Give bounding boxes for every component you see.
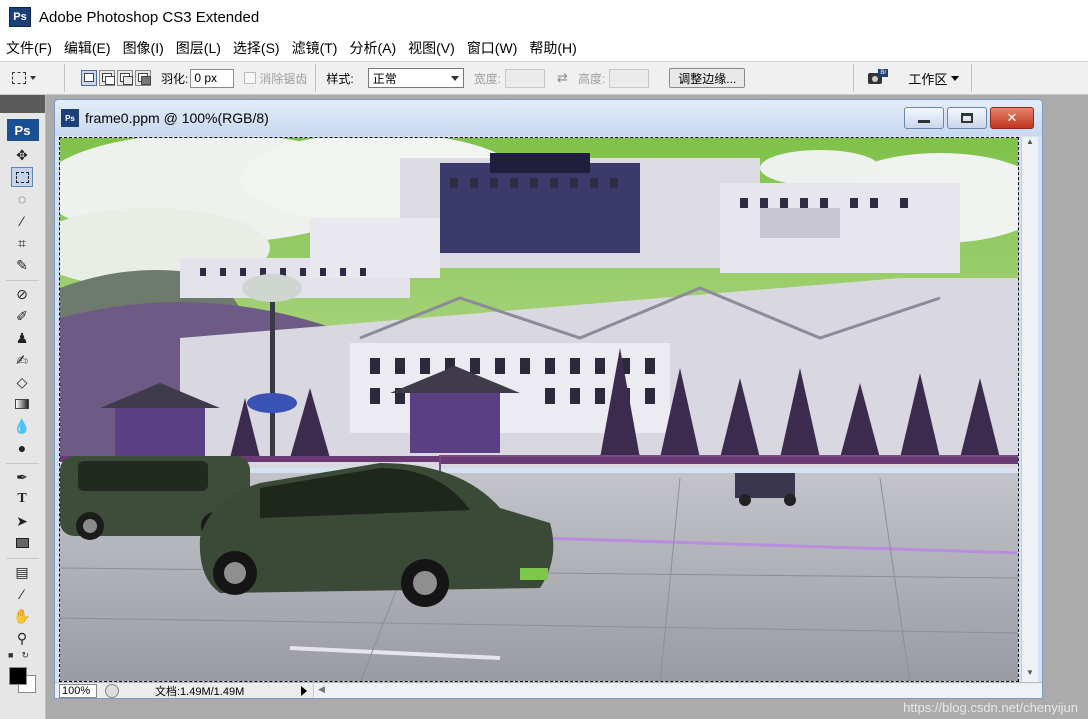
menu-image[interactable]: 图像(I): [123, 38, 164, 58]
gradient-tool-icon[interactable]: [11, 394, 33, 414]
swap-icon: ⇄: [557, 70, 568, 85]
chevron-down-icon: [951, 75, 960, 81]
zoom-level-field[interactable]: 100%: [59, 683, 97, 698]
maximize-icon: [961, 113, 973, 123]
vertical-scrollbar[interactable]: ▲ ▼: [1021, 137, 1038, 682]
healing-brush-tool-icon[interactable]: ⊘: [11, 284, 33, 304]
document-title-bar[interactable]: Ps frame0.ppm @ 100%(RGB/8) ✕: [55, 100, 1042, 136]
scroll-down-icon[interactable]: ▼: [1022, 668, 1038, 682]
brush-tool-icon[interactable]: ✐: [11, 306, 33, 326]
watermark: https://blog.csdn.net/chenyijun: [903, 700, 1078, 715]
rectangle-shape-tool-icon[interactable]: [11, 533, 33, 553]
rectangular-marquee-icon: [12, 72, 26, 84]
tools-panel: Ps ✥ ◌ ⁄ ⌗ ✎ ⊘ ✐ ♟ ✍ ◇ 💧 ● ✒ T ➤ ▤ ⁄ ✋ ⚲…: [0, 95, 46, 719]
crop-tool-icon[interactable]: ⌗: [11, 233, 33, 253]
slice-tool-icon[interactable]: ✎: [11, 255, 33, 275]
selection-mode-group: [81, 70, 151, 86]
lasso-tool-icon[interactable]: ◌: [11, 189, 33, 209]
document-window: Ps frame0.ppm @ 100%(RGB/8) ✕ ▲ ▼ 100% 文…: [54, 99, 1043, 699]
horizontal-scrollbar[interactable]: ◀: [313, 683, 1042, 698]
swap-colors-icon[interactable]: ↻: [21, 650, 29, 661]
feather-input[interactable]: 0 px: [190, 68, 235, 88]
menu-edit[interactable]: 编辑(E): [64, 38, 111, 58]
hand-tool-icon[interactable]: ✋: [11, 606, 33, 626]
new-selection-button[interactable]: [81, 70, 97, 86]
blur-tool-icon[interactable]: 💧: [11, 416, 33, 436]
subtract-from-selection-button[interactable]: [117, 70, 133, 86]
chevron-down-icon: [30, 76, 36, 80]
clone-stamp-tool-icon[interactable]: ♟: [11, 328, 33, 348]
workspace-button[interactable]: 工作区: [908, 69, 960, 88]
height-input: [609, 68, 650, 88]
refine-edge-button[interactable]: 调整边缘...: [669, 68, 746, 88]
width-label: 宽度:: [473, 71, 502, 86]
document-icon: Ps: [61, 109, 79, 127]
document-title: frame0.ppm @ 100%(RGB/8): [85, 110, 269, 126]
width-input: [505, 68, 546, 88]
menu-filter[interactable]: 滤镜(T): [292, 38, 338, 58]
antialias-label: 消除锯齿: [259, 71, 308, 86]
menu-layer[interactable]: 图层(L): [176, 38, 221, 58]
photoshop-logo: Ps: [6, 119, 39, 141]
style-value: 正常: [372, 71, 397, 86]
intersect-selection-button[interactable]: [135, 70, 151, 86]
panel-grip[interactable]: [0, 95, 45, 113]
chevron-down-icon: [450, 75, 459, 81]
document-canvas[interactable]: [59, 137, 1019, 682]
notes-tool-icon[interactable]: ▤: [11, 562, 33, 582]
close-button[interactable]: ✕: [990, 107, 1034, 129]
dodge-tool-icon[interactable]: ●: [11, 438, 33, 458]
menu-view[interactable]: 视图(V): [408, 38, 455, 58]
status-info-icon[interactable]: [105, 683, 119, 698]
height-label: 高度:: [577, 71, 606, 86]
foreground-color-swatch[interactable]: [9, 667, 27, 685]
title-bar: Ps Adobe Photoshop CS3 Extended: [0, 0, 1088, 34]
history-brush-tool-icon[interactable]: ✍: [11, 350, 33, 370]
menu-select[interactable]: 选择(S): [233, 38, 280, 58]
workspace-label: 工作区: [908, 71, 948, 87]
divider: [64, 64, 65, 92]
add-to-selection-button[interactable]: [99, 70, 115, 86]
canvas-image: [60, 138, 1018, 681]
rectangular-marquee-tool-icon[interactable]: [11, 167, 33, 187]
feather-label: 羽化:: [161, 71, 189, 86]
tool-preset-picker[interactable]: [12, 66, 54, 90]
eyedropper-tool-icon[interactable]: ⁄: [11, 584, 33, 604]
minimize-icon: [918, 119, 930, 123]
minimize-button[interactable]: [904, 107, 944, 129]
menu-help[interactable]: 帮助(H): [529, 38, 576, 58]
window-controls: ✕: [904, 107, 1034, 129]
menu-analysis[interactable]: 分析(A): [349, 38, 396, 58]
menu-bar: 文件(F) 编辑(E) 图像(I) 图层(L) 选择(S) 滤镜(T) 分析(A…: [0, 34, 1088, 61]
color-swatches: [6, 665, 46, 695]
photoshop-app-icon: Ps: [9, 7, 31, 27]
move-tool-icon[interactable]: ✥: [11, 145, 33, 165]
document-size: 文档:1.49M/1.49M: [155, 685, 245, 698]
magic-wand-tool-icon[interactable]: ⁄: [11, 211, 33, 231]
close-icon: ✕: [1006, 110, 1018, 125]
status-menu-arrow-icon[interactable]: [301, 685, 307, 696]
menu-file[interactable]: 文件(F): [6, 38, 52, 58]
divider: [853, 64, 855, 92]
type-tool-icon[interactable]: T: [11, 489, 33, 509]
pen-tool-icon[interactable]: ✒: [11, 467, 33, 487]
eraser-tool-icon[interactable]: ◇: [11, 372, 33, 392]
menu-window[interactable]: 窗口(W): [467, 38, 518, 58]
maximize-button[interactable]: [947, 107, 987, 129]
style-select[interactable]: 正常: [367, 68, 464, 88]
zoom-tool-icon[interactable]: ⚲: [11, 628, 33, 648]
document-status-bar: 100% 文档:1.49M/1.49M ◀: [55, 682, 1042, 698]
app-title: Adobe Photoshop CS3 Extended: [39, 8, 260, 26]
style-label: 样式:: [326, 71, 354, 86]
divider: [971, 64, 973, 92]
go-to-bridge-icon[interactable]: Br: [866, 69, 889, 87]
default-colors-icon[interactable]: ■: [8, 650, 13, 661]
scroll-up-icon[interactable]: ▲: [1022, 137, 1038, 151]
path-selection-tool-icon[interactable]: ➤: [11, 511, 33, 531]
antialias-checkbox[interactable]: [244, 72, 257, 84]
divider: [315, 64, 317, 92]
options-bar: 羽化: 0 px 消除锯齿 样式: 正常 宽度: ⇄ 高度: 调整边缘... B…: [0, 61, 1088, 95]
